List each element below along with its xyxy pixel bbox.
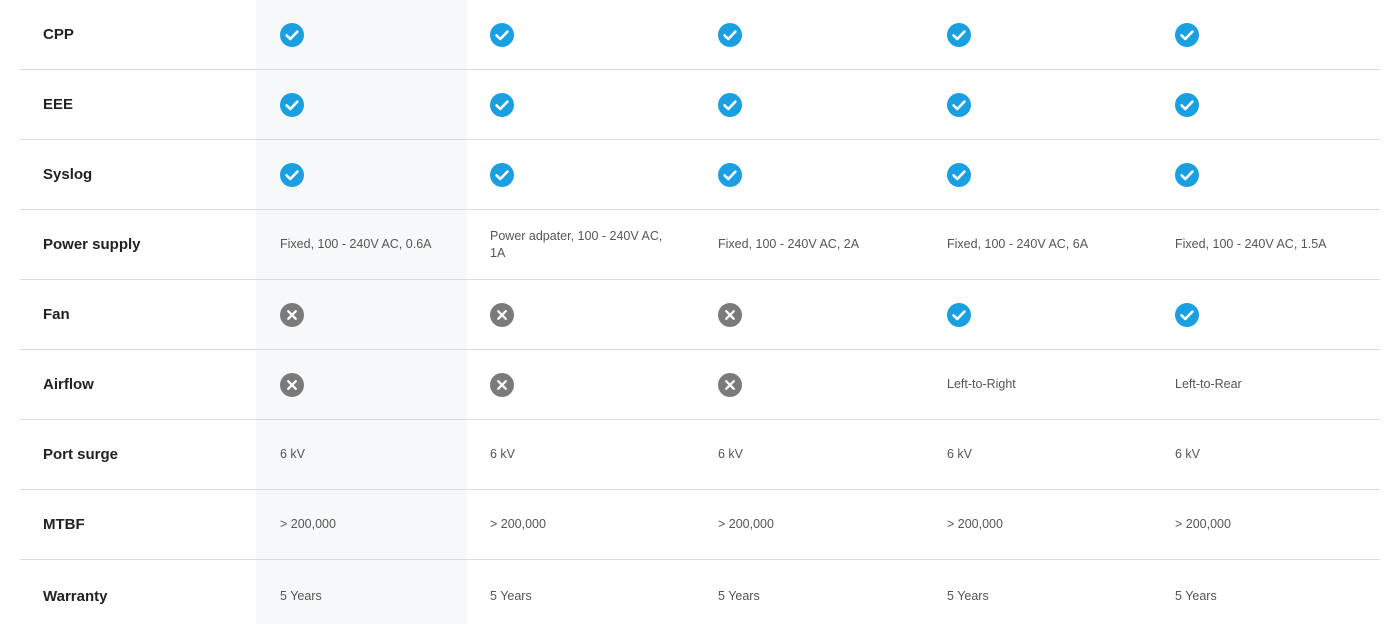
table-row: EEE (20, 70, 1380, 140)
check-icon (490, 162, 514, 187)
table-cell: > 200,000 (280, 517, 336, 531)
check-icon (718, 22, 742, 47)
table-row: CPP (20, 0, 1380, 70)
table-cell: 5 Years (1175, 588, 1217, 603)
table-cell: Fixed, 100 - 240V AC, 6A (947, 237, 1089, 251)
check-icon (280, 22, 304, 47)
table-cell: > 200,000 (490, 517, 546, 531)
row-label: Port surge (43, 446, 119, 463)
table-cell (1175, 70, 1365, 139)
check-icon (280, 92, 304, 117)
cross-icon (280, 372, 304, 397)
table-cell: 6 kV (947, 447, 973, 461)
table-cell (718, 70, 908, 139)
table-cell: > 200,000 (718, 517, 774, 531)
row-label: Airflow (43, 376, 94, 393)
table-row: Syslog (20, 140, 1380, 210)
table-cell (490, 70, 680, 139)
table-cell (718, 280, 908, 349)
table-row: Port surge 6 kV 6 kV 6 kV 6 kV 6 kV (20, 420, 1380, 490)
table-cell: Fixed, 100 - 240V AC, 0.6A (280, 237, 432, 251)
check-icon (1175, 22, 1199, 47)
table-cell (1175, 0, 1365, 69)
table-row: MTBF > 200,000 > 200,000 > 200,000 > 200… (20, 490, 1380, 560)
table-cell (947, 0, 1137, 69)
table-cell (718, 140, 908, 209)
check-icon (490, 92, 514, 117)
table-row: Power supply Fixed, 100 - 240V AC, 0.6A … (20, 210, 1380, 280)
table-cell (947, 140, 1137, 209)
table-cell: Left-to-Right (947, 377, 1016, 391)
check-icon (1175, 302, 1199, 327)
check-icon (280, 162, 304, 187)
table-cell (490, 280, 680, 349)
table-cell (280, 0, 470, 69)
cross-icon (490, 372, 514, 397)
table-cell: 5 Years (280, 588, 322, 603)
table-cell (490, 0, 680, 69)
check-icon (490, 22, 514, 47)
table-cell (490, 140, 680, 209)
table-cell: 6 kV (490, 447, 516, 461)
table-cell: 5 Years (947, 588, 989, 603)
table-cell (280, 140, 470, 209)
cross-icon (718, 372, 742, 397)
table-row: Warranty 5 Years 5 Years 5 Years 5 Years… (20, 560, 1380, 632)
table-cell: Power adpater, 100 - 240V AC, 1A (490, 228, 663, 260)
cross-icon (490, 302, 514, 327)
table-cell (1175, 280, 1365, 349)
table-cell (947, 70, 1137, 139)
table-cell: 5 Years (718, 588, 760, 603)
table-cell: 5 Years (490, 588, 532, 603)
row-label: Syslog (43, 166, 93, 183)
check-icon (718, 162, 742, 187)
row-label: Fan (43, 306, 70, 323)
table-cell: Fixed, 100 - 240V AC, 1.5A (1175, 237, 1327, 251)
check-icon (718, 92, 742, 117)
check-icon (947, 92, 971, 117)
table-row: Airflow Left-to-Right Left-to-Rear (20, 350, 1380, 420)
table-cell: 6 kV (280, 447, 306, 461)
table-cell (718, 350, 908, 419)
check-icon (947, 22, 971, 47)
table-cell (280, 350, 470, 419)
table-cell: Left-to-Rear (1175, 377, 1242, 391)
table-cell: > 200,000 (947, 517, 1003, 531)
row-label: Warranty (43, 587, 108, 605)
table-cell (1175, 140, 1365, 209)
table-cell: 6 kV (1175, 447, 1201, 461)
cross-icon (718, 302, 742, 327)
cross-icon (280, 302, 304, 327)
check-icon (947, 302, 971, 327)
table-cell (280, 70, 470, 139)
table-cell (718, 0, 908, 69)
comparison-table: CPP EEE Syslog Power supply Fixed, 100 -… (20, 0, 1380, 632)
row-label: CPP (43, 26, 74, 43)
table-cell (280, 280, 470, 349)
row-label: MTBF (43, 516, 85, 533)
check-icon (1175, 162, 1199, 187)
table-row: Fan (20, 280, 1380, 350)
table-cell: > 200,000 (1175, 517, 1231, 531)
check-icon (947, 162, 971, 187)
table-cell (490, 350, 680, 419)
check-icon (1175, 92, 1199, 117)
table-cell: 6 kV (718, 447, 744, 461)
table-cell: Fixed, 100 - 240V AC, 2A (718, 237, 860, 251)
row-label: Power supply (43, 236, 141, 253)
table-cell (947, 280, 1137, 349)
row-label: EEE (43, 96, 74, 113)
